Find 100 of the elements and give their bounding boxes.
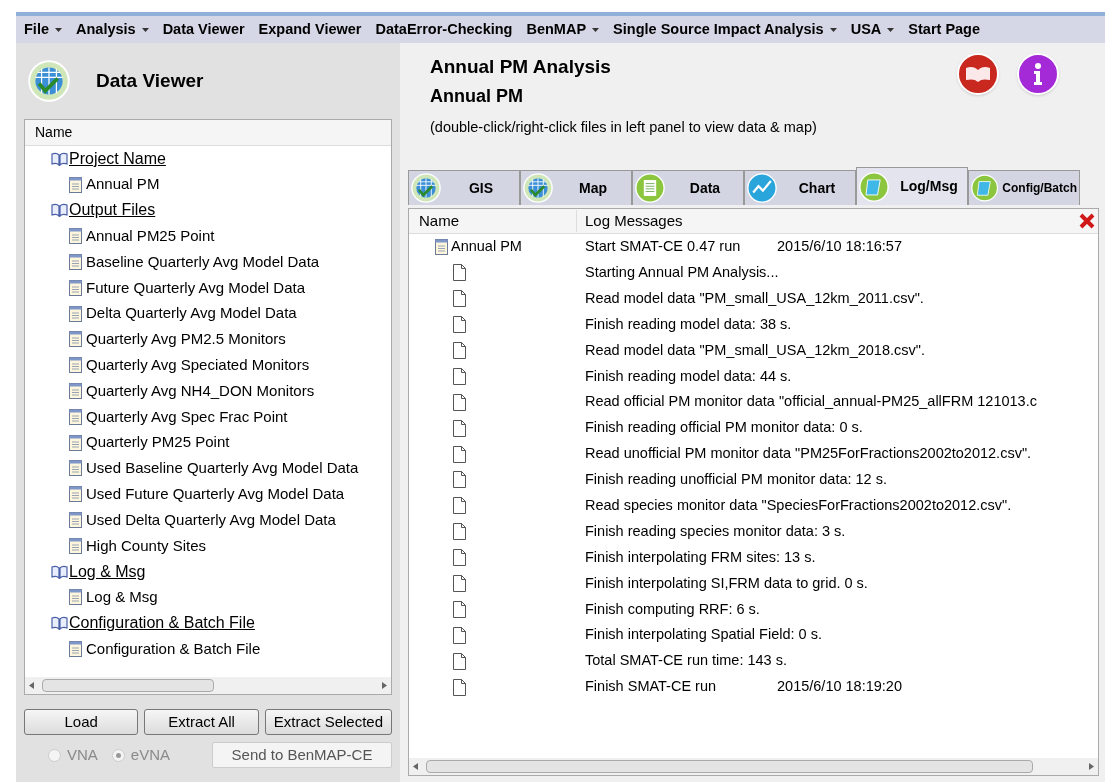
tree-item[interactable]: Used Baseline Quarterly Avg Model Data bbox=[51, 455, 359, 482]
tree-item[interactable]: Log & Msg bbox=[51, 584, 158, 611]
menu-item[interactable]: Analysis bbox=[76, 18, 149, 41]
page-icon bbox=[453, 497, 466, 515]
scroll-thumb[interactable] bbox=[42, 679, 214, 692]
manual-button[interactable] bbox=[957, 53, 999, 95]
tab[interactable]: GIS bbox=[408, 170, 520, 205]
column-header: Name bbox=[25, 120, 391, 146]
hint-text: (double-click/right-click files in left panel to view data & map) bbox=[430, 118, 817, 137]
close-icon bbox=[1078, 212, 1096, 230]
radio-label: VNA bbox=[67, 744, 98, 765]
spreadsheet-icon bbox=[635, 173, 665, 203]
tree-item[interactable]: Quarterly Avg NH4_DON Monitors bbox=[51, 378, 315, 404]
horizontal-scrollbar[interactable] bbox=[25, 677, 391, 694]
tab[interactable]: Config/Batch bbox=[968, 170, 1080, 205]
log-message: Read unofficial PM monitor data "PM25ForFractions2002to2012.csv". bbox=[585, 444, 1033, 464]
menu-item[interactable]: Single Source Impact Analysis bbox=[613, 18, 837, 41]
info-button[interactable] bbox=[1017, 53, 1059, 95]
tree-group[interactable]: Output Files bbox=[51, 197, 156, 224]
page-icon bbox=[453, 393, 466, 411]
menu-item[interactable]: DataError-Checking bbox=[375, 18, 513, 41]
menu-item[interactable]: Start Page bbox=[908, 18, 981, 41]
menu-item[interactable]: File bbox=[24, 18, 62, 41]
tab[interactable]: Chart bbox=[744, 170, 856, 205]
menu-item[interactable]: BenMAP bbox=[526, 18, 600, 41]
scroll-left-icon[interactable] bbox=[29, 682, 34, 689]
document-icon bbox=[69, 279, 82, 296]
menu-item[interactable]: USA bbox=[850, 18, 895, 41]
page-icon bbox=[453, 445, 466, 463]
tree-item[interactable]: Quarterly Avg PM2.5 Monitors bbox=[51, 326, 286, 353]
document-icon bbox=[69, 408, 82, 425]
document-icon bbox=[69, 460, 82, 477]
log-message: Finish reading official PM monitor data: 0 s. bbox=[585, 418, 864, 438]
tree-item[interactable]: Annual PM bbox=[51, 171, 160, 198]
log-message: Read model data "PM_small_USA_12km_2011.csv". bbox=[585, 288, 925, 308]
tree-item[interactable]: Baseline Quarterly Avg Model Data bbox=[51, 249, 320, 275]
document-icon bbox=[69, 254, 82, 271]
tab[interactable]: Map bbox=[520, 170, 632, 205]
menu-item[interactable]: Expand Viewer bbox=[258, 18, 362, 41]
tree-group[interactable]: Configuration & Batch File bbox=[51, 610, 255, 637]
notepad-icon bbox=[971, 173, 999, 203]
scroll-thumb[interactable] bbox=[426, 760, 1033, 773]
document-icon bbox=[69, 641, 82, 658]
document-icon bbox=[69, 486, 82, 503]
tree-group[interactable]: Log & Msg bbox=[51, 558, 146, 585]
tree-item[interactable]: Quarterly PM25 Point bbox=[51, 429, 230, 456]
log-message: Finish reading model data: 44 s. bbox=[585, 366, 793, 386]
action-button[interactable]: Extract All bbox=[144, 709, 259, 735]
tree-item[interactable]: Used Future Quarterly Avg Model Data bbox=[51, 481, 345, 508]
line-chart-icon bbox=[747, 173, 777, 203]
book-icon bbox=[51, 203, 68, 218]
tab[interactable]: Log/Msg bbox=[856, 167, 968, 205]
tree-item[interactable]: Future Quarterly Avg Model Data bbox=[51, 275, 305, 301]
page-icon bbox=[453, 678, 466, 696]
tree-item[interactable]: High County Sites bbox=[51, 532, 207, 559]
column-header: Name bbox=[409, 209, 577, 233]
page-icon bbox=[453, 471, 466, 489]
page-icon bbox=[453, 575, 466, 592]
log-message: Finish interpolating Spatial Field: 0 s. bbox=[585, 625, 823, 645]
globe-icon bbox=[411, 173, 441, 203]
page-icon bbox=[453, 523, 466, 541]
tree-item[interactable]: Quarterly Avg Spec Frac Point bbox=[51, 403, 288, 430]
menu-item[interactable]: Data Viewer bbox=[162, 18, 245, 41]
tree-item[interactable]: Used Delta Quarterly Avg Model Data bbox=[51, 507, 336, 533]
document-icon bbox=[69, 176, 82, 193]
log-name: Annual PM bbox=[451, 237, 522, 257]
horizontal-scrollbar[interactable] bbox=[409, 758, 1098, 775]
log-message: Read species monitor data "SpeciesForFractions2002to2012.csv". bbox=[585, 495, 1013, 515]
globe-icon bbox=[28, 60, 70, 102]
action-button[interactable]: Load bbox=[24, 709, 139, 735]
page-icon bbox=[453, 342, 466, 359]
page-icon bbox=[453, 626, 466, 644]
scroll-right-icon[interactable] bbox=[382, 682, 387, 689]
tree-item[interactable]: Quarterly Avg Speciated Monitors bbox=[51, 352, 310, 379]
tree-item[interactable]: Delta Quarterly Avg Model Data bbox=[51, 300, 297, 327]
panel-title: Data Viewer bbox=[96, 68, 204, 93]
log-message: Finish reading unofficial PM monitor data: 12 s. bbox=[585, 470, 888, 490]
column-header: Log Messages bbox=[584, 210, 683, 231]
tree-item[interactable]: Annual PM25 Point bbox=[51, 223, 215, 250]
log-message: Finish SMAT-CE run bbox=[585, 677, 718, 697]
book-icon bbox=[965, 66, 991, 82]
book-icon bbox=[51, 564, 68, 579]
document-icon bbox=[69, 383, 82, 400]
log-time: 2015/6/10 18:16:57 bbox=[777, 237, 902, 257]
close-button[interactable] bbox=[1078, 212, 1096, 230]
analysis-title: Annual PM Analysis bbox=[430, 55, 612, 79]
tab[interactable]: Data bbox=[632, 170, 744, 205]
tree-item[interactable]: Configuration & Batch File bbox=[51, 636, 261, 662]
document-icon bbox=[69, 357, 82, 374]
log-message: Finish reading model data: 38 s. bbox=[585, 314, 793, 334]
document-icon bbox=[69, 589, 82, 606]
document-icon bbox=[69, 331, 82, 348]
tree-group[interactable]: Project Name bbox=[51, 146, 166, 172]
document-icon bbox=[69, 305, 82, 322]
scroll-right-icon[interactable] bbox=[1089, 763, 1094, 770]
document-icon bbox=[69, 512, 82, 529]
log-message: Read model data "PM_small_USA_12km_2018.csv". bbox=[585, 340, 926, 360]
action-button[interactable]: Extract Selected bbox=[264, 709, 392, 735]
analysis-subtitle: Annual PM bbox=[430, 85, 524, 108]
scroll-left-icon[interactable] bbox=[413, 763, 418, 770]
